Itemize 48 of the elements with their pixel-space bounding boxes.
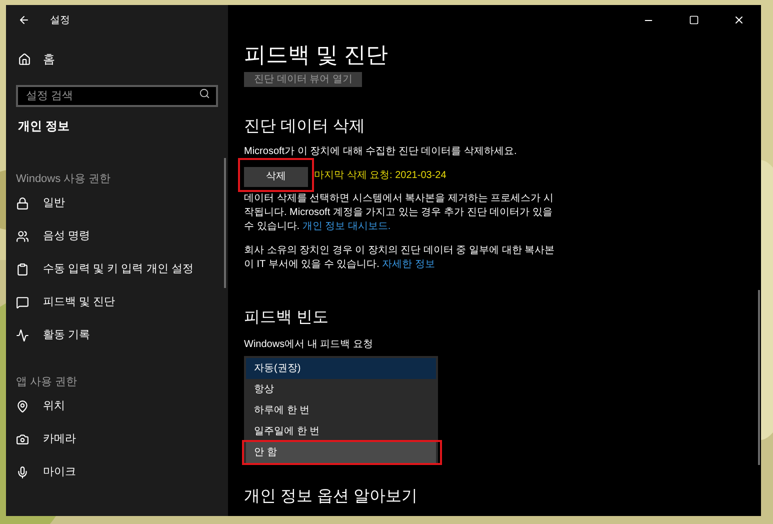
- viewer-button[interactable]: 진단 데이터 뷰어 열기: [244, 72, 362, 87]
- lock-icon: [16, 197, 29, 210]
- description-text: Microsoft가 이 장치에 대해 수집한 진단 데이터를 삭제하세요.: [244, 145, 518, 159]
- dropdown-option[interactable]: 항상: [246, 379, 436, 400]
- search-field[interactable]: 설정 검색: [16, 85, 218, 107]
- home-icon: [18, 52, 31, 66]
- last-request-text: 마지막 삭제 요청: 2021-03-24: [314, 168, 446, 182]
- sidebar-item[interactable]: 위치: [6, 390, 228, 423]
- group-heading: Windows 사용 권한: [15, 172, 112, 187]
- people-icon: [16, 230, 29, 243]
- maximize-icon: [688, 15, 698, 25]
- section-title: 개인 정보: [17, 118, 70, 135]
- sidebar-item[interactable]: 카메라: [6, 423, 228, 456]
- microphone-icon: [16, 466, 29, 479]
- window-title: 설정: [50, 14, 70, 28]
- info-link[interactable]: 자세한 정보: [382, 259, 435, 270]
- section-heading: 피드백 빈도: [244, 308, 330, 328]
- group-heading: 앱 사용 권한: [15, 375, 78, 390]
- info-link[interactable]: 개인 정보 대시보드.: [302, 221, 391, 232]
- search-icon: [199, 88, 210, 99]
- sidebar-item[interactable]: 마이크: [6, 456, 228, 489]
- dropdown-option[interactable]: 안 함: [246, 442, 436, 463]
- sidebar-item[interactable]: 피드백 및 진단: [6, 286, 228, 319]
- scrollbar[interactable]: [224, 158, 226, 288]
- section-heading: 개인 정보 옵션 알아보기: [244, 487, 418, 507]
- scrollbar[interactable]: [758, 290, 760, 465]
- delete-button[interactable]: 삭제: [244, 166, 308, 186]
- sidebar-item[interactable]: 홈: [6, 49, 228, 69]
- dropdown-option[interactable]: 일주일에 한 번: [246, 421, 436, 442]
- info-paragraph: 회사 소유의 장치인 경우 이 장치의 진단 데이터 중 일부에 대한 복사본이 IT 부서에 있을 수 있습니다. 자세한 정보: [244, 244, 556, 272]
- page-title: 피드백 및 진단: [244, 41, 390, 69]
- activity-icon: [16, 329, 29, 342]
- chat-bubble-icon: [16, 296, 29, 309]
- sidebar-item[interactable]: 일반: [6, 187, 228, 220]
- dropdown-option[interactable]: 하루에 한 번: [246, 400, 436, 421]
- camera-icon: [16, 433, 29, 446]
- sidebar-item[interactable]: 음성 명령: [6, 220, 228, 253]
- field-label: Windows에서 내 피드백 요청: [244, 338, 374, 352]
- back-arrow-icon: [18, 14, 30, 26]
- info-paragraph: 데이터 삭제를 선택하면 시스템에서 복사본을 제거하는 프로세스가 시작됩니다. Microsoft 계정을 가지고 있는 경우 추가 진단 데이터가 있을 수 있습니다. 개인 정보 대시보드.: [244, 192, 554, 234]
- sidebar-item[interactable]: 수동 입력 및 키 입력 개인 설정: [6, 253, 228, 286]
- map-pin-icon: [16, 400, 29, 413]
- close-icon: [732, 14, 744, 26]
- sidebar-item[interactable]: 활동 기록: [6, 319, 228, 352]
- back-button[interactable]: [18, 14, 30, 26]
- dropdown-option[interactable]: 자동(권장): [246, 358, 436, 379]
- section-heading: 진단 데이터 삭제: [244, 117, 366, 137]
- clipboard-icon: [16, 263, 29, 276]
